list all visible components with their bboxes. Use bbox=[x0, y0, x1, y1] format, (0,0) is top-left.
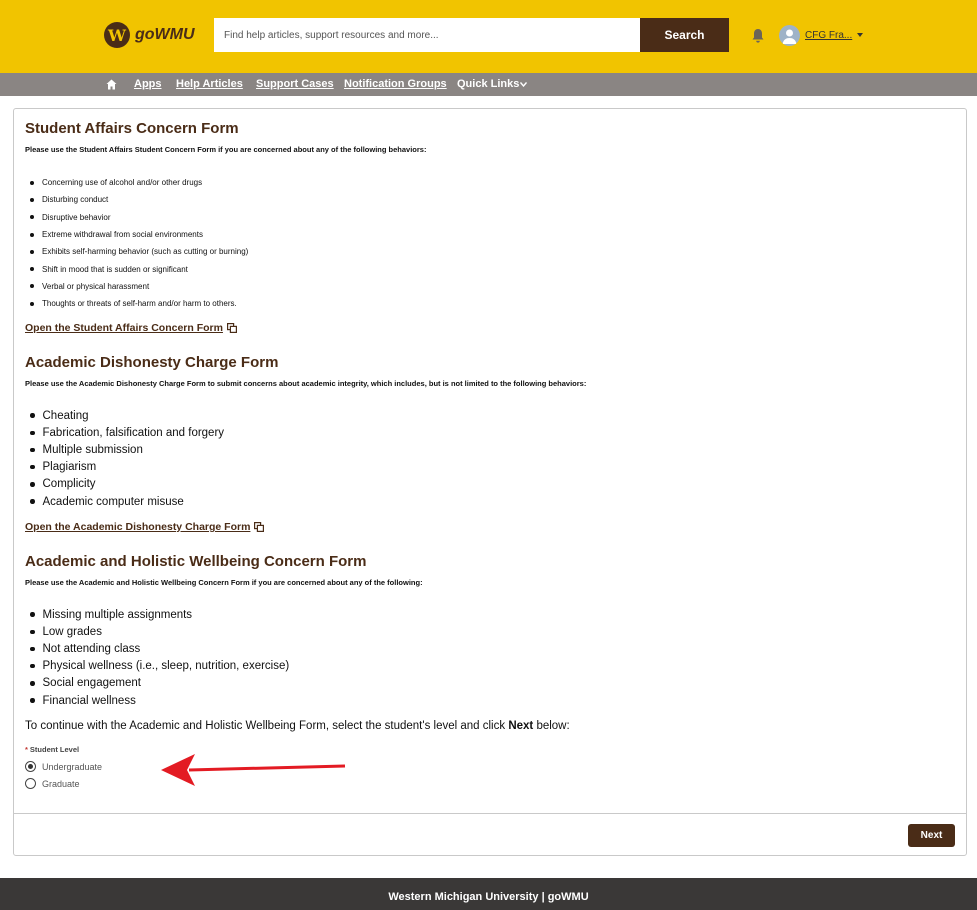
radio-graduate[interactable]: Graduate bbox=[25, 778, 80, 789]
gowmu-logo[interactable]: W goWMU bbox=[104, 22, 195, 48]
section-intro-academic-dishonesty: Please use the Academic Dishonesty Charg… bbox=[25, 379, 587, 388]
card-footer-divider bbox=[14, 813, 966, 814]
new-window-icon bbox=[254, 522, 265, 532]
concern-forms-card: Student Affairs Concern Form Please use … bbox=[13, 108, 967, 856]
footer-text: Western Michigan University | goWMU bbox=[388, 891, 589, 903]
section-intro-student-affairs: Please use the Student Affairs Student C… bbox=[25, 145, 427, 154]
new-window-icon bbox=[226, 323, 237, 333]
list-item: Plagiarism bbox=[25, 459, 224, 476]
academic-dishonesty-behavior-list: Cheating Fabrication, falsification and … bbox=[25, 407, 224, 510]
list-item: Low grades bbox=[25, 623, 289, 640]
user-menu-chevron-icon[interactable] bbox=[857, 33, 863, 37]
continue-instructions: To continue with the Academic and Holist… bbox=[25, 720, 570, 732]
list-item: Complicity bbox=[25, 476, 224, 493]
list-item: Shift in mood that is sudden or signific… bbox=[25, 260, 248, 277]
section-intro-wellbeing: Please use the Academic and Holistic Wel… bbox=[25, 578, 423, 587]
list-item: Missing multiple assignments bbox=[25, 606, 289, 623]
section-title-academic-dishonesty: Academic Dishonesty Charge Form bbox=[25, 354, 279, 371]
radio-button-graduate[interactable] bbox=[25, 778, 36, 789]
red-arrow-annotation-icon bbox=[161, 754, 346, 786]
list-item: Academic computer misuse bbox=[25, 493, 224, 510]
chevron-down-icon[interactable] bbox=[520, 82, 527, 87]
list-item: Verbal or physical harassment bbox=[25, 278, 248, 295]
wmu-logo-badge: W bbox=[104, 22, 130, 48]
search-button[interactable]: Search bbox=[640, 18, 729, 52]
open-academic-dishonesty-form-link[interactable]: Open the Academic Dishonesty Charge Form bbox=[25, 521, 265, 533]
open-student-affairs-form-link[interactable]: Open the Student Affairs Concern Form bbox=[25, 322, 237, 334]
home-icon[interactable] bbox=[106, 79, 117, 90]
list-item: Fabrication, falsification and forgery bbox=[25, 424, 224, 441]
logo-text: goWMU bbox=[135, 26, 195, 43]
list-item: Extreme withdrawal from social environme… bbox=[25, 226, 248, 243]
list-item: Social engagement bbox=[25, 675, 289, 692]
radio-label: Undergraduate bbox=[42, 761, 103, 772]
site-header: W goWMU Search CFG Fra... bbox=[0, 0, 977, 73]
bell-icon[interactable] bbox=[751, 28, 765, 44]
wellbeing-concern-list: Missing multiple assignments Low grades … bbox=[25, 606, 289, 709]
list-item: Concerning use of alcohol and/or other d… bbox=[25, 174, 248, 191]
nav-help-articles[interactable]: Help Articles bbox=[176, 78, 243, 90]
student-affairs-behavior-list: Concerning use of alcohol and/or other d… bbox=[25, 174, 248, 312]
section-title-wellbeing: Academic and Holistic Wellbeing Concern … bbox=[25, 553, 367, 570]
nav-notification-groups[interactable]: Notification Groups bbox=[344, 78, 447, 90]
section-title-student-affairs: Student Affairs Concern Form bbox=[25, 120, 239, 137]
list-item: Thoughts or threats of self-harm and/or … bbox=[25, 295, 248, 312]
nav-support-cases[interactable]: Support Cases bbox=[256, 78, 334, 90]
radio-button-undergraduate[interactable] bbox=[25, 761, 36, 772]
student-level-label: * Student Level bbox=[25, 745, 80, 754]
radio-undergraduate[interactable]: Undergraduate bbox=[25, 761, 102, 772]
next-button[interactable]: Next bbox=[908, 824, 955, 847]
list-item: Multiple submission bbox=[25, 441, 224, 458]
list-item: Financial wellness bbox=[25, 692, 289, 709]
nav-quick-links[interactable]: Quick Links bbox=[457, 78, 519, 90]
list-item: Exhibits self-harming behavior (such as … bbox=[25, 243, 248, 260]
list-item: Not attending class bbox=[25, 640, 289, 657]
avatar-person-icon bbox=[782, 29, 797, 44]
list-item: Physical wellness (i.e., sleep, nutritio… bbox=[25, 658, 289, 675]
radio-label: Graduate bbox=[42, 778, 80, 789]
list-item: Disruptive behavior bbox=[25, 209, 248, 226]
list-item: Disturbing conduct bbox=[25, 191, 248, 208]
nav-apps[interactable]: Apps bbox=[134, 78, 162, 90]
main-nav: Apps Help Articles Support Cases Notific… bbox=[0, 73, 977, 96]
user-name-link[interactable]: CFG Fra... bbox=[805, 30, 852, 41]
site-footer: Western Michigan University | goWMU bbox=[0, 878, 977, 910]
list-item: Cheating bbox=[25, 407, 224, 424]
user-avatar[interactable] bbox=[779, 25, 800, 46]
search-input[interactable] bbox=[214, 18, 640, 52]
